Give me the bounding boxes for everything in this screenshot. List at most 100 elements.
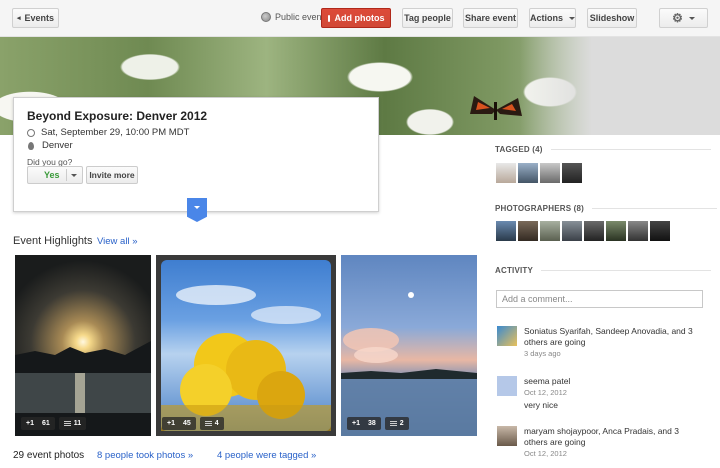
- tag-people-button[interactable]: Tag people: [402, 8, 453, 28]
- event-datetime-row: Sat, September 29, 10:00 PM MDT: [27, 127, 189, 138]
- tag-people-label: Tag people: [404, 13, 451, 23]
- photographer-avatar[interactable]: [540, 221, 560, 241]
- event-location: Denver: [42, 140, 73, 151]
- activity-item: Soniatus Syarifah, Sandeep Anovadia, and…: [524, 326, 704, 359]
- actions-dropdown[interactable]: Actions: [529, 8, 576, 28]
- location-pin-icon: [28, 141, 34, 150]
- camera-icon: [327, 14, 330, 22]
- photographer-avatar[interactable]: [562, 221, 582, 241]
- tree-image: [161, 285, 331, 431]
- highlight-photo-yellow-tree[interactable]: +1 45 4: [156, 255, 336, 436]
- event-location-row: Denver: [27, 140, 73, 151]
- comments-count: 4: [214, 420, 219, 427]
- chevron-down-icon: [71, 174, 77, 177]
- comments-button[interactable]: 2: [384, 417, 409, 430]
- activity-text: maryam shojaypoor, Anca Pradais, and 3 o…: [524, 426, 679, 447]
- plus-one-label: +1: [167, 420, 175, 427]
- sunset-silhouette: [15, 341, 151, 436]
- slideshow-label: Slideshow: [589, 13, 635, 23]
- activity-author[interactable]: seema patel: [524, 376, 704, 387]
- photo-actions-bar: +1 45 4: [162, 417, 224, 430]
- highlight-photo-sunset[interactable]: +1 61 11: [15, 255, 151, 436]
- view-all-link[interactable]: View all »: [97, 236, 138, 247]
- top-toolbar: ◂ Events Public event Add photos Tag peo…: [0, 0, 720, 37]
- activity-header: ACTIVITY: [495, 266, 712, 275]
- plus-one-label: +1: [26, 420, 34, 427]
- lake-image: [341, 292, 477, 436]
- settings-dropdown[interactable]: ⚙: [659, 8, 708, 28]
- event-info-card: Beyond Exposure: Denver 2012 Sat, Septem…: [13, 97, 379, 212]
- photo-actions-bar: +1 38 2: [347, 417, 409, 430]
- highlights-title: Event Highlights: [13, 235, 93, 247]
- event-title: Beyond Exposure: Denver 2012: [27, 109, 208, 123]
- activity-text: Soniatus Syarifah, Sandeep Anovadia, and…: [524, 326, 693, 347]
- chevron-down-icon: [688, 16, 695, 20]
- comments-icon: [63, 421, 71, 426]
- share-event-label: Share event: [464, 13, 517, 23]
- tagged-avatar[interactable]: [496, 163, 516, 183]
- people-tagged-link[interactable]: 4 people were tagged »: [217, 450, 316, 461]
- events-back-button[interactable]: ◂ Events: [12, 8, 59, 28]
- events-label: Events: [24, 13, 55, 23]
- expand-details-button[interactable]: [187, 198, 207, 222]
- actions-label: Actions: [530, 13, 564, 23]
- activity-item: maryam shojaypoor, Anca Pradais, and 3 o…: [524, 426, 704, 459]
- share-event-button[interactable]: Share event: [463, 8, 518, 28]
- public-event-label: Public event: [275, 12, 325, 22]
- photographers-header: PHOTOGRAPHERS (8): [495, 204, 718, 213]
- photographer-avatar[interactable]: [518, 221, 538, 241]
- butterfly-image: [470, 96, 522, 120]
- add-photos-button[interactable]: Add photos: [321, 8, 391, 28]
- plus-one-button[interactable]: +1 45: [162, 417, 196, 430]
- photographer-avatar[interactable]: [584, 221, 604, 241]
- rsvp-divider: [66, 169, 67, 181]
- chevron-down-icon: [569, 16, 576, 20]
- globe-icon: [261, 12, 271, 22]
- slideshow-button[interactable]: Slideshow: [587, 8, 637, 28]
- activity-avatar[interactable]: [497, 426, 517, 446]
- plus-one-label: +1: [352, 420, 360, 427]
- comments-button[interactable]: 11: [58, 417, 87, 430]
- plus-one-button[interactable]: +1 61: [21, 417, 55, 430]
- plus-one-count: 38: [367, 420, 376, 427]
- activity-title: ACTIVITY: [495, 266, 534, 275]
- photographer-avatar[interactable]: [650, 221, 670, 241]
- tagged-avatar[interactable]: [540, 163, 560, 183]
- activity-time: Oct 12, 2012: [524, 388, 567, 397]
- activity-item: seema patel Oct 12, 2012 very nice: [524, 376, 704, 411]
- activity-time: Oct 12, 2012: [524, 449, 567, 458]
- plus-one-count: 61: [41, 420, 50, 427]
- people-took-photos-link[interactable]: 8 people took photos »: [97, 450, 193, 461]
- plus-one-button[interactable]: +1 38: [347, 417, 381, 430]
- photographer-avatar[interactable]: [628, 221, 648, 241]
- photographer-avatar[interactable]: [606, 221, 626, 241]
- activity-avatar[interactable]: [497, 326, 517, 346]
- highlight-photo-lake[interactable]: +1 38 2: [341, 255, 477, 436]
- comment-input[interactable]: Add a comment...: [496, 290, 703, 308]
- activity-rule: [541, 270, 712, 271]
- default-avatar-icon[interactable]: [497, 376, 517, 396]
- add-photos-label: Add photos: [334, 13, 385, 23]
- invite-more-button[interactable]: Invite more: [86, 166, 138, 184]
- tagged-avatar[interactable]: [562, 163, 582, 183]
- comments-icon: [389, 421, 397, 426]
- comments-count: 2: [399, 420, 404, 427]
- event-datetime: Sat, September 29, 10:00 PM MDT: [41, 127, 190, 138]
- invite-more-label: Invite more: [89, 170, 135, 180]
- photographers-rule: [592, 208, 718, 209]
- public-event-indicator: Public event: [261, 12, 324, 22]
- rsvp-dropdown[interactable]: Yes: [27, 166, 83, 184]
- comments-button[interactable]: 4: [199, 417, 224, 430]
- tagged-header: TAGGED (4): [495, 145, 711, 154]
- activity-text: very nice: [524, 400, 559, 410]
- photographer-avatar[interactable]: [496, 221, 516, 241]
- rsvp-value: Yes: [44, 170, 60, 180]
- comments-icon: [204, 421, 212, 426]
- tagged-title: TAGGED (4): [495, 145, 543, 154]
- activity-time: 3 days ago: [524, 349, 561, 358]
- cover-fade: [520, 37, 592, 135]
- back-arrow-icon: ◂: [16, 15, 21, 22]
- tagged-avatar[interactable]: [518, 163, 538, 183]
- clock-icon: [27, 128, 35, 137]
- plus-one-count: 45: [182, 420, 191, 427]
